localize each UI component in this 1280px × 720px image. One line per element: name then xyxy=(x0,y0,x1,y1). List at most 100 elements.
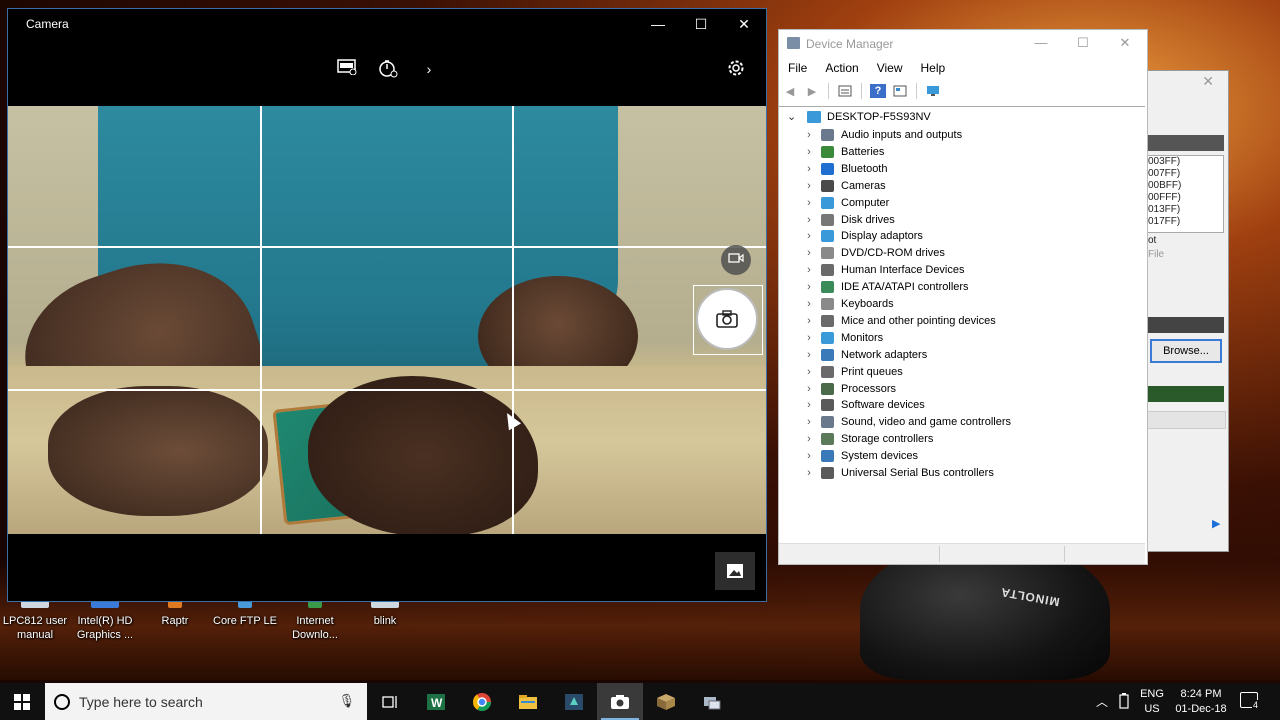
maximize-button[interactable]: ☐ xyxy=(1065,32,1101,54)
device-category-label: Monitors xyxy=(841,331,884,344)
help-icon[interactable]: ? xyxy=(870,84,886,98)
taskbar-network-app[interactable] xyxy=(689,683,735,720)
chevron-right-icon[interactable]: › xyxy=(803,180,815,192)
device-manager-icon xyxy=(787,37,800,49)
chevron-right-icon[interactable]: › xyxy=(803,399,815,411)
timer-button[interactable] xyxy=(375,59,401,79)
settings-button[interactable] xyxy=(723,59,749,79)
show-hidden-icons[interactable]: ︿ xyxy=(1096,693,1108,710)
menu-file[interactable]: File xyxy=(779,59,816,77)
device-category-keyboards[interactable]: › Keyboards xyxy=(803,296,894,312)
menu-view[interactable]: View xyxy=(868,59,912,77)
chevron-right-icon[interactable]: › xyxy=(803,214,815,226)
more-options-button[interactable]: › xyxy=(416,59,442,79)
device-category-storage-controllers[interactable]: › Storage controllers xyxy=(803,431,933,447)
device-category-cameras[interactable]: › Cameras xyxy=(803,178,886,194)
device-category-bluetooth[interactable]: › Bluetooth xyxy=(803,161,887,177)
taskbar-package[interactable] xyxy=(643,683,689,720)
tree-root[interactable]: ⌄ DESKTOP-F5S93NV xyxy=(787,110,931,123)
windows-logo-icon xyxy=(14,693,30,710)
chevron-right-icon[interactable]: › xyxy=(803,416,815,428)
properties-icon[interactable] xyxy=(837,84,853,98)
close-button[interactable]: ✕ xyxy=(724,13,764,37)
device-category-display-adaptors[interactable]: › Display adaptors xyxy=(803,228,923,244)
video-mode-button[interactable] xyxy=(721,245,751,275)
device-category-label: Mice and other pointing devices xyxy=(841,314,996,327)
task-view-icon xyxy=(382,695,397,708)
taskbar-app[interactable] xyxy=(551,683,597,720)
chevron-right-icon[interactable]: › xyxy=(803,332,815,344)
menu-action[interactable]: Action xyxy=(816,59,867,77)
play-arrow-icon[interactable]: ▶ xyxy=(1212,517,1220,530)
taskbar-chrome[interactable] xyxy=(459,683,505,720)
microphone-icon[interactable]: 🎙 xyxy=(338,693,355,709)
camera-icon xyxy=(821,179,834,192)
chevron-right-icon[interactable]: › xyxy=(803,129,815,141)
browse-button[interactable]: Browse... xyxy=(1150,339,1222,363)
desktop-icon-blink[interactable]: blink xyxy=(352,598,418,628)
chevron-right-icon[interactable]: › xyxy=(803,281,815,293)
task-view-button[interactable] xyxy=(367,683,413,720)
device-category-disk-drives[interactable]: › Disk drives xyxy=(803,212,895,228)
device-category-dvd-cd-rom-drives[interactable]: › DVD/CD-ROM drives xyxy=(803,245,945,261)
menu-help[interactable]: Help xyxy=(912,59,955,77)
gallery-button[interactable] xyxy=(715,552,755,590)
device-category-ide-ata-atapi-controllers[interactable]: › IDE ATA/ATAPI controllers xyxy=(803,279,969,295)
system-clock[interactable]: 8:24 PM 01-Dec-18 xyxy=(1166,687,1236,717)
device-category-sound-video-and-game-controllers[interactable]: › Sound, video and game controllers xyxy=(803,414,1011,430)
input-field[interactable] xyxy=(1146,411,1226,429)
chevron-right-icon[interactable]: › xyxy=(803,467,815,479)
close-button[interactable]: ✕ xyxy=(1107,32,1143,54)
device-category-system-devices[interactable]: › System devices xyxy=(803,448,918,464)
desktop-icon-raptr[interactable]: Raptr xyxy=(142,598,208,628)
device-category-mice-and-other-pointing-devices[interactable]: › Mice and other pointing devices xyxy=(803,313,996,329)
desktop-icon-intel[interactable]: Intel(R) HD Graphics ... xyxy=(72,598,138,642)
device-category-computer[interactable]: › Computer xyxy=(803,195,889,211)
chevron-right-icon[interactable]: › xyxy=(803,247,815,259)
chevron-right-icon[interactable]: › xyxy=(803,349,815,361)
taskbar-search[interactable]: Type here to search 🎙 xyxy=(45,683,367,720)
chevron-right-icon[interactable]: › xyxy=(803,366,815,378)
chevron-right-icon[interactable]: › xyxy=(803,264,815,276)
chevron-right-icon[interactable]: › xyxy=(803,230,815,242)
device-category-universal-serial-bus-controllers[interactable]: › Universal Serial Bus controllers xyxy=(803,465,994,481)
device-category-audio-inputs-and-outputs[interactable]: › Audio inputs and outputs xyxy=(803,127,962,143)
desktop-icon-idm[interactable]: Internet Downlo... xyxy=(282,598,348,642)
desktop-icon-lpc812[interactable]: LPC812 user manual xyxy=(2,598,68,642)
battery-icon[interactable] xyxy=(1118,693,1130,712)
chevron-right-icon[interactable]: › xyxy=(803,163,815,175)
desktop-icon-coreftp[interactable]: Core FTP LE xyxy=(212,598,278,628)
chevron-right-icon[interactable]: › xyxy=(803,433,815,445)
device-category-human-interface-devices[interactable]: › Human Interface Devices xyxy=(803,262,965,278)
chevron-right-icon[interactable]: › xyxy=(803,383,815,395)
minimize-button[interactable]: — xyxy=(1023,32,1059,54)
taskbar-file-explorer[interactable] xyxy=(505,683,551,720)
device-category-network-adapters[interactable]: › Network adapters xyxy=(803,347,927,363)
hdr-button[interactable] xyxy=(334,59,360,79)
device-category-batteries[interactable]: › Batteries xyxy=(803,144,884,160)
camera-viewfinder[interactable] xyxy=(8,106,766,534)
chevron-right-icon[interactable]: › xyxy=(803,146,815,158)
back-icon[interactable]: ◀ xyxy=(782,84,798,98)
device-category-print-queues[interactable]: › Print queues xyxy=(803,364,903,380)
chevron-right-icon[interactable]: › xyxy=(803,315,815,327)
chevron-right-icon[interactable]: › xyxy=(803,298,815,310)
device-category-software-devices[interactable]: › Software devices xyxy=(803,397,925,413)
take-photo-button[interactable] xyxy=(696,288,758,350)
forward-icon[interactable]: ▶ xyxy=(804,84,820,98)
device-category-monitors[interactable]: › Monitors xyxy=(803,330,883,346)
input-language[interactable]: ENG US xyxy=(1140,687,1164,717)
device-category-processors[interactable]: › Processors xyxy=(803,381,896,397)
start-button[interactable] xyxy=(0,683,44,720)
driver-icon[interactable] xyxy=(892,84,908,98)
address-list[interactable]: 003FF) 007FF) 00BFF) 00FFF) 013FF) 017FF… xyxy=(1146,155,1224,233)
clock-date: 01-Dec-18 xyxy=(1175,703,1227,715)
maximize-button[interactable]: ☐ xyxy=(681,13,721,37)
taskbar-camera[interactable] xyxy=(597,683,643,720)
minimize-button[interactable]: — xyxy=(638,13,678,37)
close-icon[interactable]: ✕ xyxy=(1202,73,1214,90)
taskbar-excel[interactable]: W xyxy=(413,683,459,720)
scan-hardware-icon[interactable] xyxy=(925,84,941,98)
chevron-right-icon[interactable]: › xyxy=(803,197,815,209)
chevron-right-icon[interactable]: › xyxy=(803,450,815,462)
